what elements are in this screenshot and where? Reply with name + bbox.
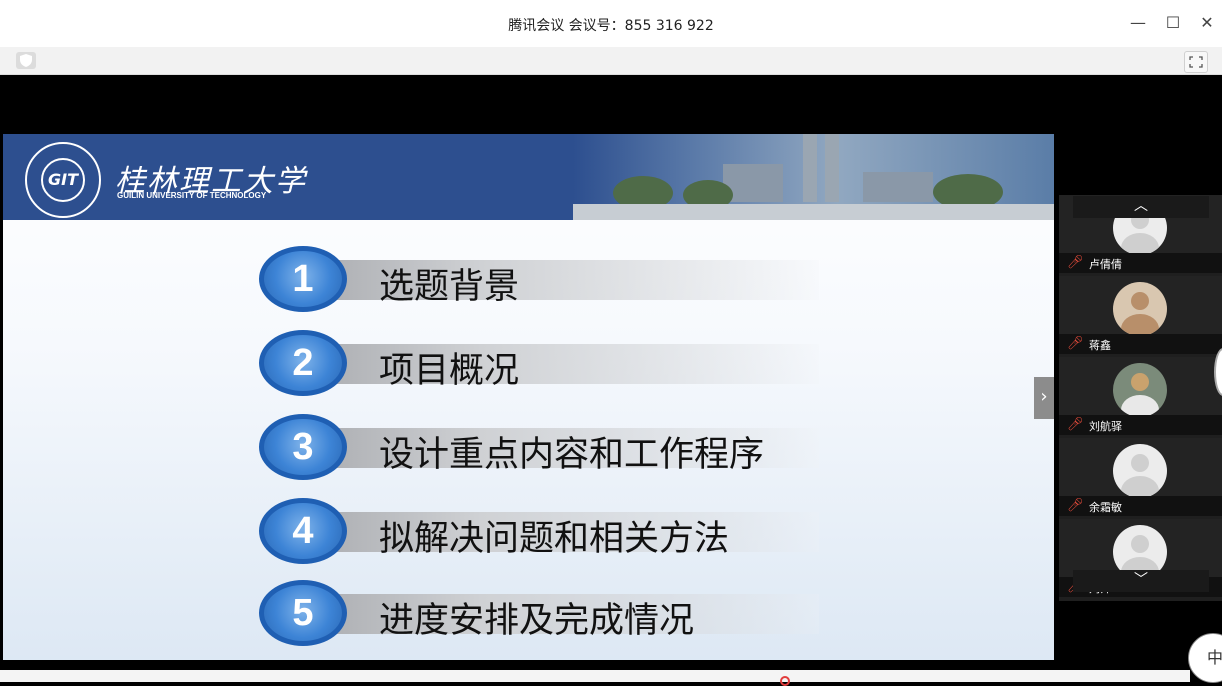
collapse-panel-button[interactable]: › <box>1034 377 1054 419</box>
participant-tile[interactable]: 🎤︎ 刘航驿 <box>1059 357 1222 435</box>
agenda-text: 进度安排及完成情况 <box>379 601 695 641</box>
window-title: 腾讯会议 会议号：855 316 922 <box>508 18 714 34</box>
scroll-down-button[interactable]: ﹀ <box>1073 570 1209 592</box>
close-button[interactable]: ✕ <box>1196 12 1218 34</box>
agenda-item: 3 设计重点内容和工作程序 <box>259 414 839 480</box>
agenda-text: 设计重点内容和工作程序 <box>379 435 765 475</box>
agenda-text: 拟解决问题和相关方法 <box>379 519 730 559</box>
shield-icon[interactable] <box>16 52 36 69</box>
slide-header: GIT 桂林理工大学 GUILIN UNIVERSITY OF TECHNOLO… <box>3 134 1054 220</box>
agenda-item: 1 选题背景 <box>259 246 839 312</box>
avatar <box>1113 282 1167 336</box>
bottom-bar <box>0 670 1190 682</box>
ime-indicator[interactable]: 中 <box>1188 633 1222 683</box>
agenda-text: 选题背景 <box>379 267 520 307</box>
participant-name: 蒋鑫 <box>1089 339 1111 352</box>
agenda-item: 4 拟解决问题和相关方法 <box>259 498 839 564</box>
participant-panel: 🎤︎ 卢倩倩 🎤︎ 蒋鑫 🎤︎ 刘航驿 🎤︎ 余霜敏 🎤︎ 刘帅 <box>1059 195 1222 601</box>
avatar <box>1113 444 1167 498</box>
participant-tile[interactable]: 🎤︎ 余霜敏 <box>1059 438 1222 516</box>
fullscreen-icon[interactable] <box>1184 51 1208 73</box>
participant-name: 卢倩倩 <box>1089 258 1122 271</box>
agenda-number: 5 <box>259 580 347 646</box>
minimize-button[interactable]: — <box>1127 12 1149 34</box>
recording-indicator-icon <box>780 676 790 686</box>
shared-slide: GIT 桂林理工大学 GUILIN UNIVERSITY OF TECHNOLO… <box>3 134 1054 660</box>
agenda-number: 2 <box>259 330 347 396</box>
avatar <box>1113 363 1167 417</box>
agenda-number: 3 <box>259 414 347 480</box>
participant-tile[interactable]: 🎤︎ 蒋鑫 <box>1059 276 1222 354</box>
title-bar: 腾讯会议 会议号：855 316 922 — ☐ ✕ <box>0 0 1222 48</box>
mic-muted-icon: 🎤︎ <box>1067 417 1084 432</box>
participant-name: 刘航驿 <box>1089 420 1122 433</box>
agenda-number: 1 <box>259 246 347 312</box>
agenda-bar <box>299 344 819 384</box>
participant-name: 余霜敏 <box>1089 501 1122 514</box>
agenda-text: 项目概况 <box>379 351 520 391</box>
agenda-item: 5 进度安排及完成情况 <box>259 580 839 646</box>
maximize-button[interactable]: ☐ <box>1162 12 1184 34</box>
agenda-item: 2 项目概况 <box>259 330 839 396</box>
meeting-toolbar <box>0 47 1222 75</box>
agenda-bar <box>299 260 819 300</box>
university-logo: GIT <box>25 142 101 218</box>
agenda-number: 4 <box>259 498 347 564</box>
university-name-en: GUILIN UNIVERSITY OF TECHNOLOGY <box>117 191 267 200</box>
mic-muted-icon: 🎤︎ <box>1067 336 1084 351</box>
logo-mark: GIT <box>41 158 85 202</box>
campus-photo <box>573 134 1054 220</box>
scroll-up-button[interactable]: ︿ <box>1073 196 1209 218</box>
mic-muted-icon: 🎤︎ <box>1067 255 1084 270</box>
mic-muted-icon: 🎤︎ <box>1067 498 1084 513</box>
